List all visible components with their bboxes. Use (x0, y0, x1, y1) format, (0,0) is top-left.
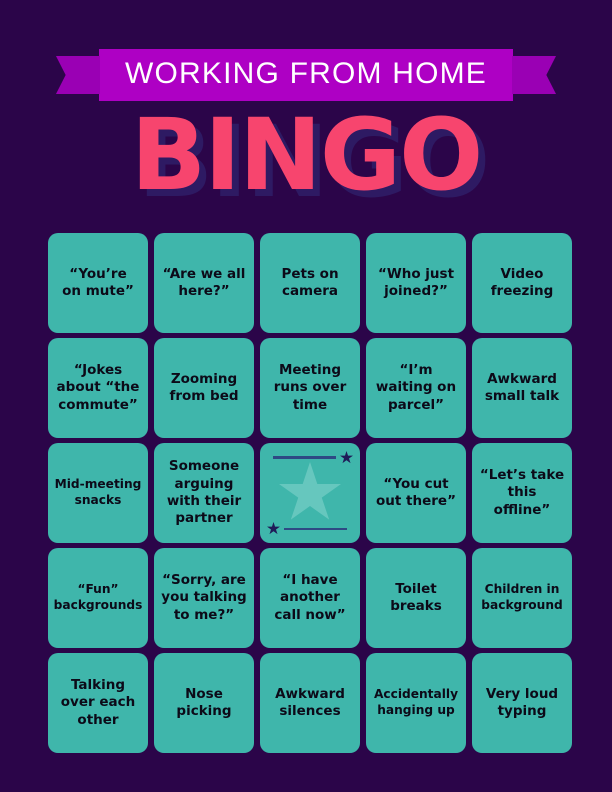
bingo-cell-label: Children in background (481, 582, 563, 612)
star-icon (267, 522, 280, 535)
bingo-cell[interactable]: “Let’s take this offline” (472, 443, 572, 543)
bingo-cell-label: Meeting runs over time (273, 362, 347, 413)
star-icon (340, 451, 353, 464)
bingo-cell[interactable]: Mid-meeting snacks (48, 443, 148, 543)
bingo-cell[interactable]: Awkward small talk (472, 338, 572, 438)
bingo-cell[interactable]: Pets on camera (260, 233, 360, 333)
bingo-cell[interactable]: “Are we all here?” (154, 233, 254, 333)
page-title: BINGO (130, 97, 484, 213)
bingo-cell[interactable]: Children in background (472, 548, 572, 648)
bingo-cell[interactable]: Very loud typing (472, 653, 572, 753)
bingo-cell[interactable]: Toilet breaks (366, 548, 466, 648)
bingo-cell[interactable]: “Sorry, are you talking to me?” (154, 548, 254, 648)
bingo-cell[interactable]: “I have another call now” (260, 548, 360, 648)
bingo-cell-label: “You cut out there” (376, 475, 456, 509)
bingo-cell-label: Nose picking (176, 685, 232, 719)
bingo-cell-label: Toilet breaks (390, 580, 442, 614)
bingo-cell[interactable]: “I’m waiting on parcel” (366, 338, 466, 438)
free-space-rule-top (273, 456, 336, 459)
bingo-cell-label: “Who just joined?” (377, 265, 455, 299)
bingo-cell[interactable]: “You cut out there” (366, 443, 466, 543)
bingo-cell-label: Mid-meeting snacks (54, 477, 142, 507)
bingo-headline-area: BINGO (0, 100, 612, 210)
bingo-cell[interactable]: Talking over each other (48, 653, 148, 753)
bingo-free-space-cell[interactable] (260, 443, 360, 543)
bingo-cell-label: Awkward small talk (484, 370, 560, 404)
ribbon-tail-right (512, 56, 557, 94)
bingo-cell[interactable]: Meeting runs over time (260, 338, 360, 438)
bingo-cell-label: Accidentally hanging up (373, 687, 459, 717)
bingo-cell[interactable]: Zooming from bed (154, 338, 254, 438)
bingo-cell-label: “Jokes about “the commute” (56, 362, 140, 413)
bingo-cell-label: Very loud typing (485, 685, 559, 719)
bingo-cell[interactable]: Awkward silences (260, 653, 360, 753)
bingo-cell-label: Video freezing (490, 265, 554, 299)
banner-ribbon: WORKING FROM HOME (0, 47, 612, 103)
bingo-cell-label: “Let’s take this offline” (479, 467, 565, 518)
bingo-cell[interactable]: “Jokes about “the commute” (48, 338, 148, 438)
bingo-cell[interactable]: “You’re on mute” (48, 233, 148, 333)
bingo-cell-label: “Fun” backgrounds (53, 582, 143, 612)
bingo-grid: “You’re on mute” “Are we all here?” Pets on c… (48, 233, 572, 753)
bingo-cell[interactable]: “Fun” backgrounds (48, 548, 148, 648)
bingo-cell-label: “I’m waiting on parcel” (375, 362, 457, 413)
bingo-cell-label: “Are we all here?” (162, 265, 246, 299)
bingo-cell-label: “I have another call now” (274, 572, 346, 623)
star-icon (279, 462, 341, 520)
ribbon-body: WORKING FROM HOME (98, 49, 514, 101)
bingo-cell-label: “Sorry, are you talking to me?” (161, 572, 247, 623)
banner-title: WORKING FROM HOME (124, 57, 488, 90)
bingo-cell[interactable]: “Who just joined?” (366, 233, 466, 333)
ribbon-tail-left (55, 56, 100, 94)
bingo-cell-label: Pets on camera (281, 265, 339, 299)
ribbon: WORKING FROM HOME (55, 49, 557, 101)
bingo-cell-label: Talking over each other (60, 677, 136, 728)
bingo-cell[interactable]: Video freezing (472, 233, 572, 333)
bingo-cell[interactable]: Someone arguing with their partner (154, 443, 254, 543)
bingo-cell-label: Someone arguing with their partner (166, 458, 242, 527)
bingo-cell-label: Zooming from bed (169, 370, 239, 404)
free-space-rule-bottom (284, 527, 347, 530)
bingo-cell-label: “You’re on mute” (62, 265, 134, 299)
bingo-cell-label: Awkward silences (275, 685, 345, 719)
bingo-cell[interactable]: Nose picking (154, 653, 254, 753)
bingo-cell[interactable]: Accidentally hanging up (366, 653, 466, 753)
